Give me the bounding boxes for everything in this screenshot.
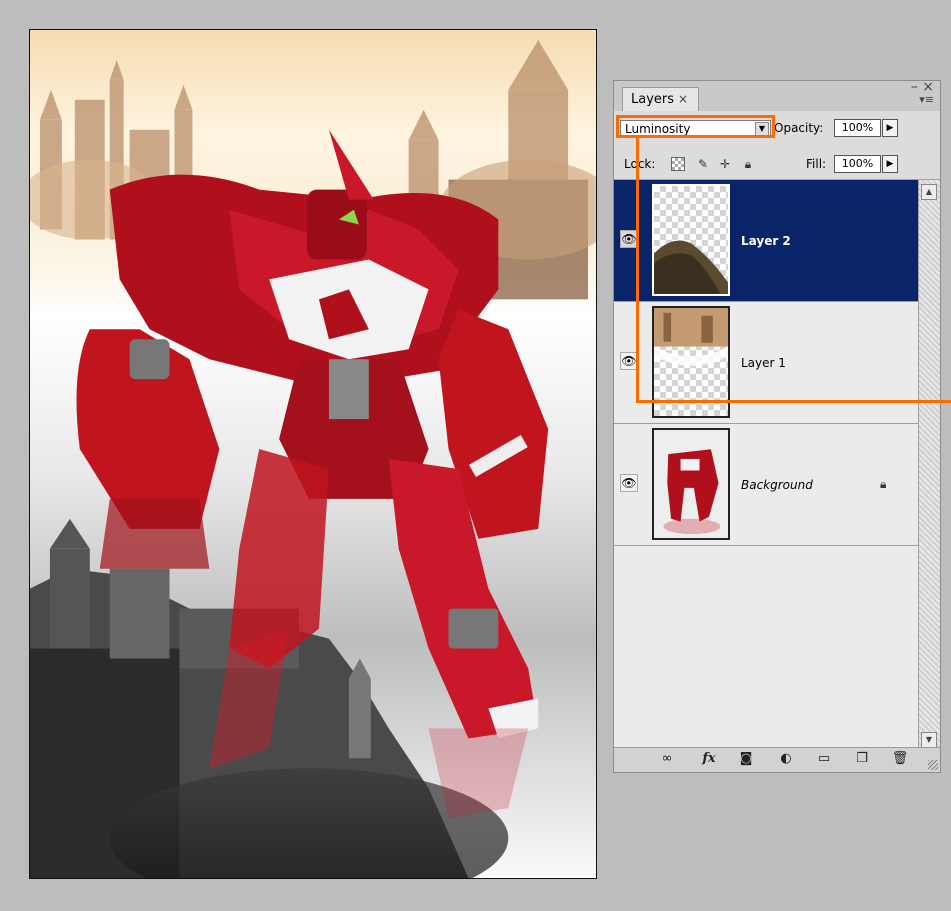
- visibility-eye-icon[interactable]: 👁︎: [620, 474, 638, 492]
- new-layer-icon[interactable]: ❐: [852, 751, 872, 767]
- annotation-highlight-box: [616, 115, 775, 138]
- tab-layers[interactable]: Layers ×: [622, 87, 699, 111]
- annotation-callout-line: [636, 138, 951, 403]
- opacity-input[interactable]: 100%: [834, 119, 881, 137]
- opacity-slider-arrow-icon[interactable]: ▶: [882, 119, 898, 137]
- artwork-robot-composite: [30, 30, 596, 878]
- layer-mask-icon[interactable]: ◙: [736, 751, 756, 767]
- tab-layers-label: Layers: [631, 92, 675, 107]
- trash-icon[interactable]: 🗑︎: [890, 751, 910, 767]
- layer-thumbnail: [652, 428, 730, 540]
- document-canvas[interactable]: [29, 29, 597, 879]
- panel-menu-icon[interactable]: ▾≡: [919, 93, 934, 106]
- link-layers-icon[interactable]: ∞: [654, 751, 680, 767]
- fx-icon[interactable]: fx: [696, 751, 722, 767]
- layers-footer: ∞ fx ◙ ◐ ▭ ❐ 🗑︎: [614, 747, 940, 772]
- resize-grip-icon[interactable]: [928, 760, 938, 770]
- adjustment-layer-icon[interactable]: ◐: [776, 751, 796, 767]
- tab-close-icon[interactable]: ×: [678, 92, 688, 106]
- opacity-label: Opacity:: [774, 121, 824, 135]
- scroll-down-icon[interactable]: ▼: [921, 732, 937, 748]
- layer-row-background[interactable]: 👁︎ Background 🔒︎: [614, 424, 919, 546]
- panel-header: Layers × – × ▾≡: [614, 79, 940, 112]
- layer-name[interactable]: Background: [741, 478, 813, 492]
- new-group-icon[interactable]: ▭: [814, 751, 834, 767]
- layer-lock-icon: 🔒︎: [880, 477, 887, 491]
